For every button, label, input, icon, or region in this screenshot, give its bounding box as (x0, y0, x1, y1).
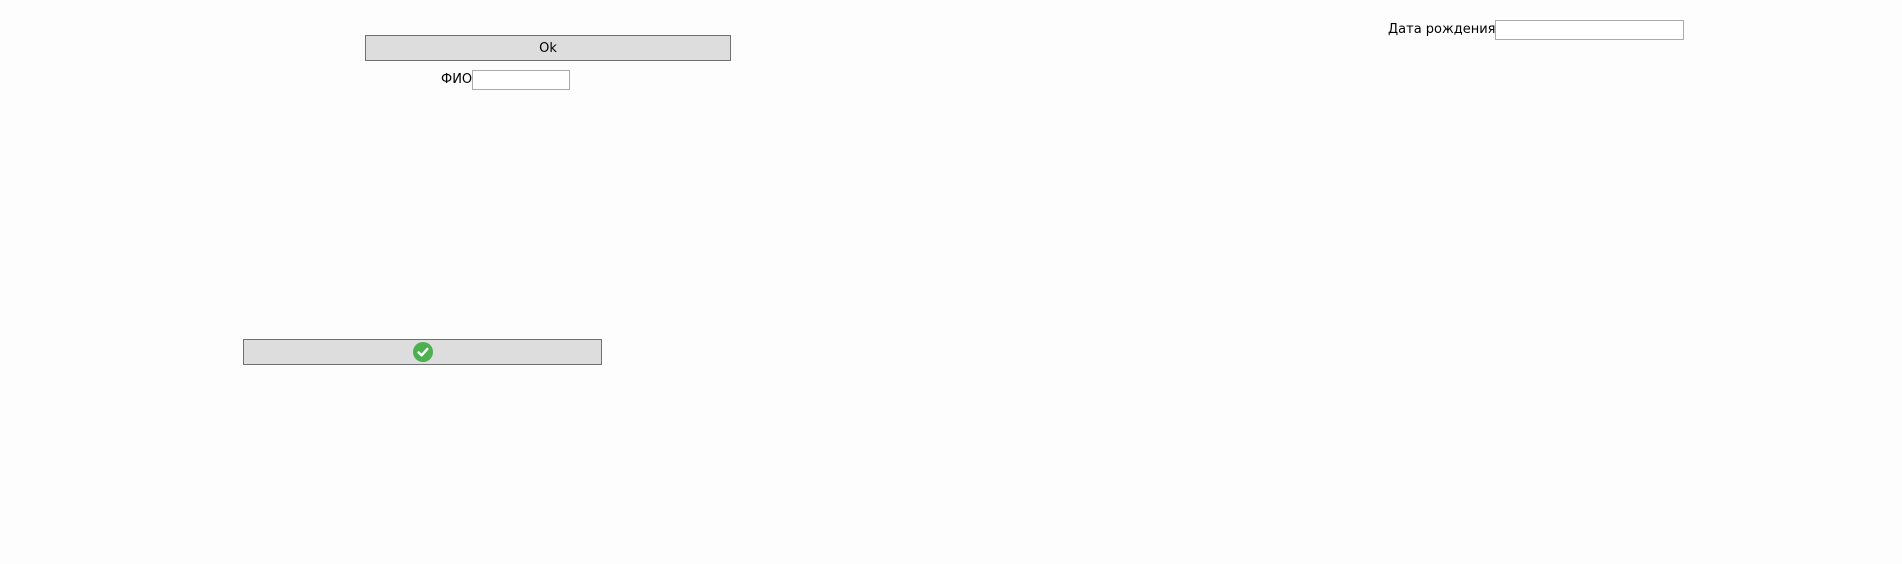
confirm-button[interactable] (243, 339, 602, 365)
fio-label: ФИО (441, 72, 473, 87)
birthdate-field-row: Дата рождения (1388, 20, 1685, 40)
birthdate-label: Дата рождения (1388, 22, 1496, 37)
form-window: Ok ФИО Дата рождения (0, 0, 1902, 564)
birthdate-input[interactable] (1495, 20, 1685, 40)
fio-input[interactable] (472, 70, 571, 90)
fio-field-row: ФИО (441, 70, 571, 90)
check-circle-icon (412, 342, 433, 362)
ok-button[interactable]: Ok (365, 35, 731, 61)
